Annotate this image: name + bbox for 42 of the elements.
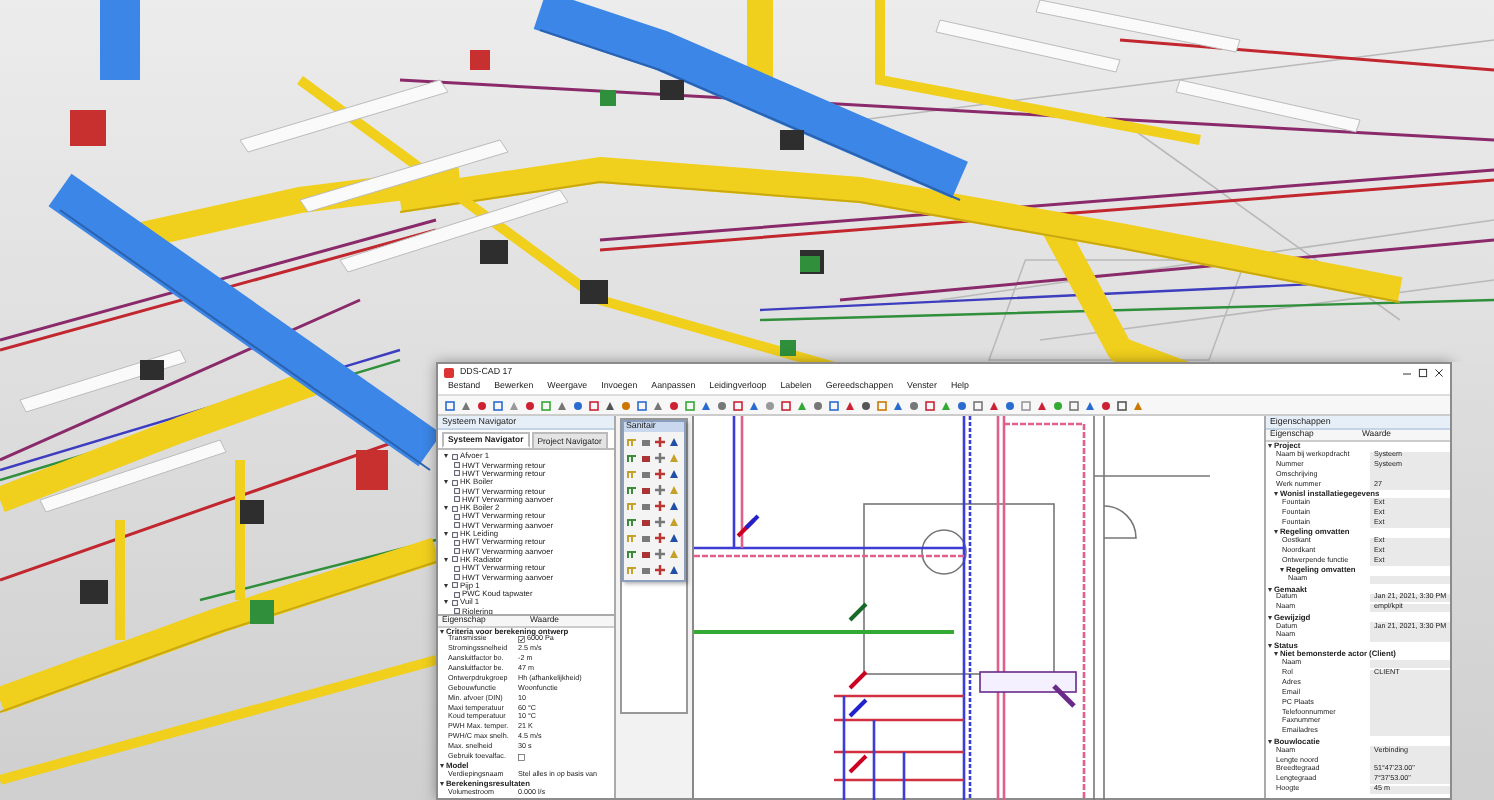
- value-cell[interactable]: [1370, 575, 1450, 585]
- caret-icon[interactable]: [1268, 643, 1272, 648]
- caret-icon[interactable]: [1274, 652, 1278, 657]
- caret-icon[interactable]: [444, 557, 448, 562]
- fixture-icon[interactable]: [654, 516, 666, 528]
- caret-icon[interactable]: [444, 583, 448, 588]
- value-cell[interactable]: [1370, 727, 1450, 737]
- caret-icon[interactable]: [444, 600, 448, 605]
- fixture-icon[interactable]: [654, 564, 666, 576]
- caret-icon[interactable]: [1274, 492, 1278, 497]
- caret-icon[interactable]: [444, 506, 448, 511]
- caret-icon[interactable]: [1268, 739, 1272, 744]
- fixture-icon[interactable]: [626, 452, 638, 464]
- fixture-icon[interactable]: [654, 436, 666, 448]
- caret-icon[interactable]: [1274, 530, 1278, 535]
- caret-icon[interactable]: [440, 782, 444, 787]
- fixture-icon[interactable]: [654, 548, 666, 560]
- value-cell[interactable]: [1370, 631, 1450, 642]
- caret-icon[interactable]: [1268, 444, 1272, 449]
- value-cell[interactable]: [1370, 659, 1450, 669]
- checkbox[interactable]: [518, 754, 525, 762]
- fixture-icon[interactable]: [626, 484, 638, 496]
- minimize-icon[interactable]: [1402, 367, 1412, 377]
- fixture-icon[interactable]: [654, 452, 666, 464]
- fixture-icon[interactable]: [654, 468, 666, 480]
- fixture-icon[interactable]: [626, 548, 638, 560]
- caret-icon[interactable]: [444, 532, 448, 537]
- caret-icon[interactable]: [444, 454, 448, 459]
- caret-icon[interactable]: [1268, 615, 1272, 620]
- close-icon[interactable]: [1434, 367, 1444, 377]
- fixture-icon[interactable]: [654, 532, 666, 544]
- caret-icon[interactable]: [1280, 568, 1284, 573]
- caret-icon[interactable]: [444, 480, 448, 485]
- caret-icon[interactable]: [1268, 587, 1272, 592]
- fixture-icon[interactable]: [626, 516, 638, 528]
- caret-icon[interactable]: [440, 764, 444, 769]
- fixture-icon[interactable]: [654, 484, 666, 496]
- caret-icon[interactable]: [440, 629, 444, 634]
- app-icon: [444, 367, 454, 377]
- checkbox[interactable]: [518, 636, 525, 644]
- fixture-icon[interactable]: [654, 500, 666, 512]
- maximize-icon[interactable]: [1418, 367, 1428, 377]
